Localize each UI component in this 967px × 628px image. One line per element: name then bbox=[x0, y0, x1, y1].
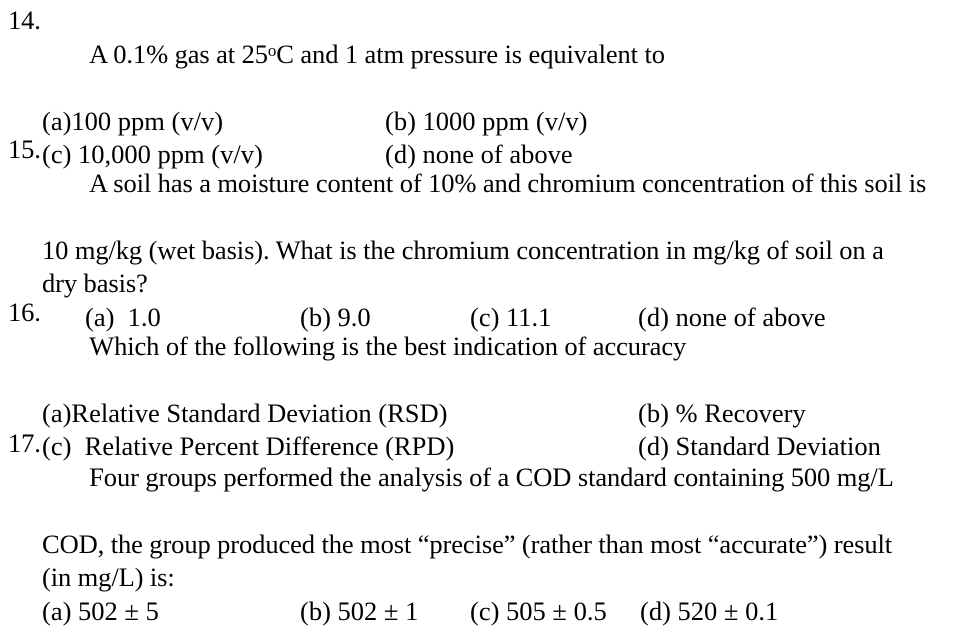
question-16-number: 16. bbox=[8, 296, 41, 330]
option-17-b[interactable]: (b) 502 ± 1 bbox=[300, 595, 418, 628]
question-17-line-3: (in mg/L) is: bbox=[0, 561, 967, 595]
question-17-number: 17. bbox=[8, 427, 41, 461]
question-16-options-row-1: (a)Relative Standard Deviation (RSD) (b)… bbox=[0, 397, 967, 431]
question-14-text-part2: C and 1 atm pressure is equivalent to bbox=[276, 39, 665, 69]
question-17-options-row-1: (a) 502 ± 5 (b) 502 ± 1 (c) 505 ± 0.5 (d… bbox=[0, 595, 967, 628]
question-15-line-2: 10 mg/kg (wet basis). What is the chromi… bbox=[0, 234, 967, 268]
option-16-b[interactable]: (b) % Recovery bbox=[638, 397, 806, 431]
question-17-line-1: 17. Four groups performed the analysis of… bbox=[0, 427, 967, 528]
question-17-line-2: COD, the group produced the most “precis… bbox=[0, 528, 967, 562]
question-15-text-1: A soil has a moisture content of 10% and… bbox=[89, 168, 926, 198]
option-16-a[interactable]: (a)Relative Standard Deviation (RSD) bbox=[42, 397, 447, 431]
question-16-text-1: Which of the following is the best indic… bbox=[89, 331, 686, 361]
question-14-number: 14. bbox=[8, 4, 41, 38]
question-17-text-1: Four groups performed the analysis of a … bbox=[89, 462, 894, 492]
option-17-a[interactable]: (a) 502 ± 5 bbox=[42, 595, 159, 628]
question-15-line-1: 15. A soil has a moisture content of 10% … bbox=[0, 133, 967, 234]
question-15-number: 15. bbox=[8, 133, 41, 167]
question-16-line-1: 16. Which of the following is the best in… bbox=[0, 296, 967, 397]
option-17-c[interactable]: (c) 505 ± 0.5 bbox=[470, 595, 607, 628]
option-17-d[interactable]: (d) 520 ± 0.1 bbox=[640, 595, 778, 628]
question-14-line: 14.A 0.1% gas at 25oC and 1 atm pressure… bbox=[0, 4, 967, 105]
question-block-17: 17. Four groups performed the analysis of… bbox=[0, 427, 967, 628]
document-page: 14.A 0.1% gas at 25oC and 1 atm pressure… bbox=[0, 0, 967, 559]
question-14-text-part1: A 0.1% gas at 25 bbox=[89, 39, 268, 69]
